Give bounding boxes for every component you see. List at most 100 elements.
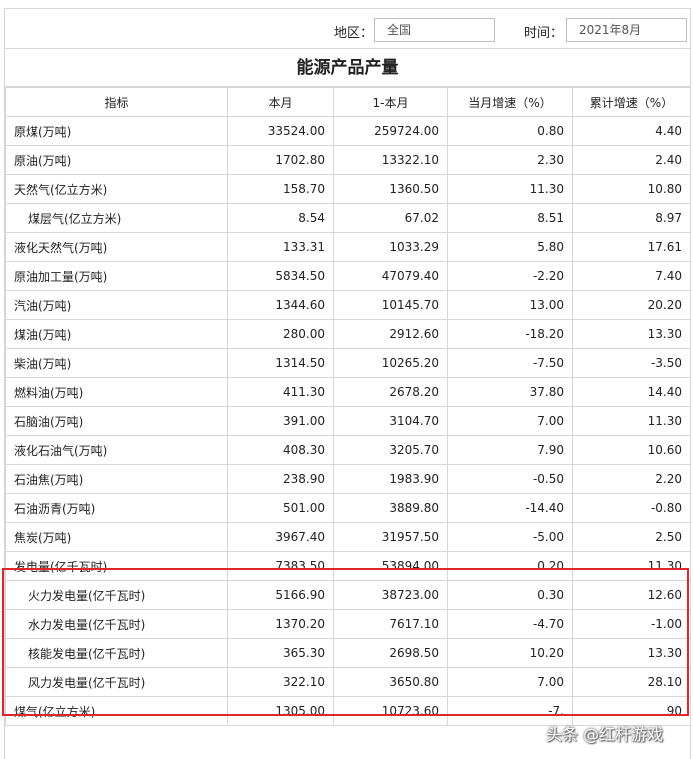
table-row: 焦炭(万吨) 3967.40 31957.50 -5.00 2.50 (5, 522, 691, 552)
cell-indicator: 石油沥青(万吨) (5, 493, 228, 523)
cell-monthly-growth: -18.20 (447, 319, 573, 349)
table-row: 原煤(万吨) 33524.00 259724.00 0.80 4.40 (5, 116, 691, 146)
cell-cumulative-growth: 11.30 (572, 406, 691, 436)
column-header-month[interactable]: 本月 (227, 87, 334, 117)
table-row: 液化石油气(万吨) 408.30 3205.70 7.90 10.60 (5, 435, 691, 465)
cell-month: 365.30 (227, 638, 334, 668)
cell-monthly-growth: 0.80 (447, 116, 573, 146)
cell-month: 238.90 (227, 464, 334, 494)
table-row: 煤油(万吨) 280.00 2912.60 -18.20 13.30 (5, 319, 691, 349)
cell-cumulative-growth: 10.60 (572, 435, 691, 465)
cell-indicator: 煤层气(亿立方米) (5, 203, 228, 233)
cell-indicator: 水力发电量(亿千瓦时) (5, 609, 228, 639)
cell-indicator: 煤气(亿立方米) (5, 696, 228, 726)
cell-month: 8.54 (227, 203, 334, 233)
cell-indicator: 发电量(亿千瓦时) (5, 551, 228, 581)
cell-monthly-growth: -14.40 (447, 493, 573, 523)
cell-ytd: 10145.70 (333, 290, 448, 320)
cell-month: 322.10 (227, 667, 334, 697)
cell-cumulative-growth: 7.40 (572, 261, 691, 291)
cell-indicator: 煤油(万吨) (5, 319, 228, 349)
column-header-ytd[interactable]: 1-本月 (333, 87, 448, 117)
cell-cumulative-growth: 28.10 (572, 667, 691, 697)
cell-month: 158.70 (227, 174, 334, 204)
cell-monthly-growth: 11.30 (447, 174, 573, 204)
time-label: 时间： (524, 26, 564, 41)
cell-month: 408.30 (227, 435, 334, 465)
cell-indicator: 柴油(万吨) (5, 348, 228, 378)
cell-monthly-growth: 0.30 (447, 580, 573, 610)
cell-month: 5166.90 (227, 580, 334, 610)
table-row: 石油沥青(万吨) 501.00 3889.80 -14.40 -0.80 (5, 493, 691, 523)
cell-ytd: 1983.90 (333, 464, 448, 494)
table-title: 能源产品产量 (5, 49, 690, 87)
cell-cumulative-growth: 12.60 (572, 580, 691, 610)
table-row: 水力发电量(亿千瓦时) 1370.20 7617.10 -4.70 -1.00 (5, 609, 691, 639)
cell-cumulative-growth: 17.61 (572, 232, 691, 262)
cell-cumulative-growth: 10.80 (572, 174, 691, 204)
cell-cumulative-growth: 2.50 (572, 522, 691, 552)
cell-monthly-growth: 7.00 (447, 406, 573, 436)
region-label: 地区： (334, 26, 374, 41)
cell-indicator: 燃料油(万吨) (5, 377, 228, 407)
cell-indicator: 风力发电量(亿千瓦时) (5, 667, 228, 697)
cell-ytd: 47079.40 (333, 261, 448, 291)
cell-ytd: 3889.80 (333, 493, 448, 523)
cell-cumulative-growth: 2.40 (572, 145, 691, 175)
table-body: 原煤(万吨) 33524.00 259724.00 0.80 4.40 原油(万吨) 170… (5, 116, 691, 726)
column-header-cumulative-growth[interactable]: 累计增速（%） (572, 87, 691, 117)
cell-cumulative-growth: 8.97 (572, 203, 691, 233)
watermark-text: 头条 @红杆游戏 (546, 725, 664, 744)
cell-indicator: 原油加工量(万吨) (5, 261, 228, 291)
cell-month: 133.31 (227, 232, 334, 262)
cell-ytd: 259724.00 (333, 116, 448, 146)
energy-output-table: 指标 本月 1-本月 当月增速（%） 累计增速（%） 原煤(万吨) 33524.0… (5, 87, 691, 726)
cell-monthly-growth: -0.50 (447, 464, 573, 494)
table-row: 石脑油(万吨) 391.00 3104.70 7.00 11.30 (5, 406, 691, 436)
cell-month: 1370.20 (227, 609, 334, 639)
cell-ytd: 2912.60 (333, 319, 448, 349)
table-row: 石油焦(万吨) 238.90 1983.90 -0.50 2.20 (5, 464, 691, 494)
cell-cumulative-growth: -3.50 (572, 348, 691, 378)
column-header-monthly-growth[interactable]: 当月增速（%） (447, 87, 573, 117)
cell-ytd: 1033.29 (333, 232, 448, 262)
cell-cumulative-growth: -0.80 (572, 493, 691, 523)
region-select[interactable]: 全国 (374, 18, 495, 42)
cell-ytd: 3104.70 (333, 406, 448, 436)
cell-monthly-growth: 7.90 (447, 435, 573, 465)
time-select[interactable]: 2021年8月 (566, 18, 687, 42)
cell-ytd: 3650.80 (333, 667, 448, 697)
cell-month: 1314.50 (227, 348, 334, 378)
table-row: 天然气(亿立方米) 158.70 1360.50 11.30 10.80 (5, 174, 691, 204)
cell-month: 411.30 (227, 377, 334, 407)
column-header-indicator[interactable]: 指标 (5, 87, 228, 117)
cell-indicator: 焦炭(万吨) (5, 522, 228, 552)
cell-monthly-growth: 5.80 (447, 232, 573, 262)
cell-cumulative-growth: 14.40 (572, 377, 691, 407)
cell-ytd: 31957.50 (333, 522, 448, 552)
cell-monthly-growth: -7.50 (447, 348, 573, 378)
cell-indicator: 天然气(亿立方米) (5, 174, 228, 204)
cell-month: 1305.00 (227, 696, 334, 726)
cell-ytd: 53894.00 (333, 551, 448, 581)
cell-monthly-growth: 0.20 (447, 551, 573, 581)
cell-ytd: 2678.20 (333, 377, 448, 407)
cell-ytd: 2698.50 (333, 638, 448, 668)
table-row: 煤层气(亿立方米) 8.54 67.02 8.51 8.97 (5, 203, 691, 233)
cell-cumulative-growth: 13.30 (572, 638, 691, 668)
cell-cumulative-growth: 2.20 (572, 464, 691, 494)
cell-month: 1344.60 (227, 290, 334, 320)
cell-indicator: 原油(万吨) (5, 145, 228, 175)
table-row: 液化天然气(万吨) 133.31 1033.29 5.80 17.61 (5, 232, 691, 262)
cell-indicator: 火力发电量(亿千瓦时) (5, 580, 228, 610)
cell-month: 3967.40 (227, 522, 334, 552)
cell-ytd: 67.02 (333, 203, 448, 233)
cell-monthly-growth: 13.00 (447, 290, 573, 320)
cell-month: 7383.50 (227, 551, 334, 581)
cell-monthly-growth: 8.51 (447, 203, 573, 233)
cell-month: 501.00 (227, 493, 334, 523)
cell-ytd: 13322.10 (333, 145, 448, 175)
cell-indicator: 原煤(万吨) (5, 116, 228, 146)
table-row: 柴油(万吨) 1314.50 10265.20 -7.50 -3.50 (5, 348, 691, 378)
cell-indicator: 核能发电量(亿千瓦时) (5, 638, 228, 668)
